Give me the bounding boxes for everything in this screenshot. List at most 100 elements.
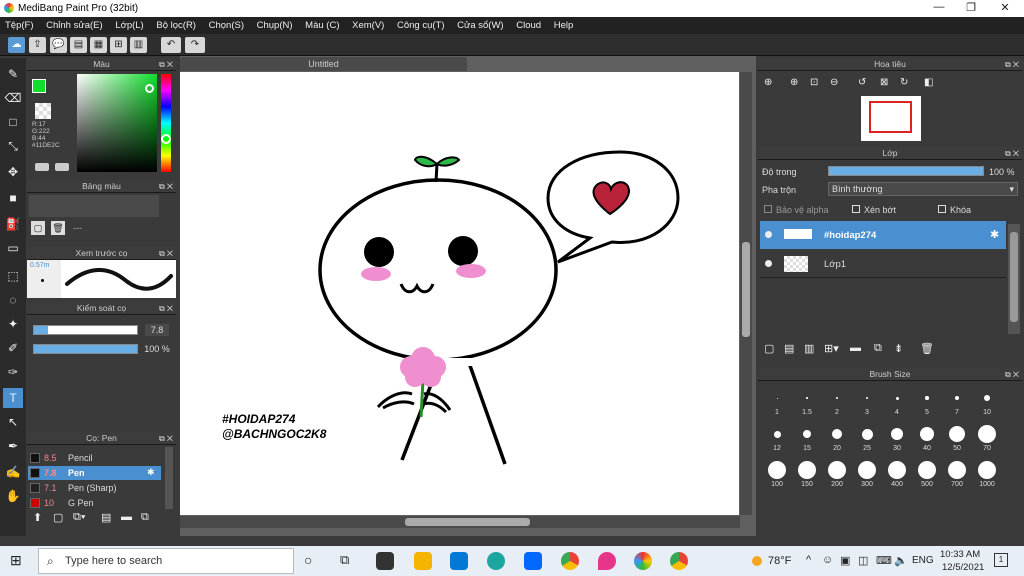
add-layer-menu-icon[interactable]: ⊞▾ [824,342,839,355]
reset-icon[interactable]: ⊠ [880,77,888,88]
comment-icon[interactable]: ▤ [70,37,87,53]
brush-size-cell[interactable]: 7 [942,387,972,416]
delete-layer-icon[interactable]: 🗑 [920,342,934,355]
menu-view[interactable]: Xem(V) [347,17,389,32]
zalo-icon[interactable] [524,552,542,570]
fill-rect-tool-icon[interactable]: ■ [3,188,23,208]
brush-size-cell[interactable]: 400 [882,459,912,488]
redo-icon[interactable]: ↷ [185,37,205,53]
vertical-scrollbar[interactable] [740,72,752,515]
language-indicator[interactable]: ENG [912,555,934,566]
brush-size-cell[interactable]: 20 [822,423,852,452]
brush-item[interactable]: 10 G Pen [28,496,161,508]
delete-palette-icon[interactable]: 🗑 [51,221,65,235]
brush-size-cell[interactable]: 150 [792,459,822,488]
gradient-tool-icon[interactable]: ▭ [3,238,23,258]
vertical-scroll-thumb[interactable] [742,242,750,337]
store-icon[interactable] [376,552,394,570]
brush-size-slider[interactable] [33,325,138,335]
navigator-viewport[interactable] [869,101,912,133]
select-rect-tool-icon[interactable]: ⬚ [3,266,23,286]
brush-size-cell[interactable]: 70 [972,423,1002,452]
brush-item-selected[interactable]: 7.8 Pen ✱ [28,466,161,480]
select-eraser-tool-icon[interactable]: ✑ [3,362,23,382]
horizontal-scrollbar[interactable] [180,516,740,528]
tray-app-icon[interactable]: ▣ [840,554,850,567]
menu-filter[interactable]: Bộ lọc(R) [151,17,201,32]
layer-scrollbar[interactable] [1008,224,1020,334]
color-option-button-2[interactable] [55,163,69,171]
panel-close-icon[interactable]: ⧉ ✕ [159,302,173,315]
duplicate-layer-icon[interactable]: ⧉ [874,342,882,355]
clock-time[interactable]: 10:33 AM [940,549,980,560]
brush-size-cell[interactable]: 40 [912,423,942,452]
paint-app-icon[interactable] [598,552,616,570]
layer-item-selected[interactable]: #hoidap274 ✱ [760,221,1006,249]
fit-icon[interactable]: ⊡ [810,77,818,88]
cloud-icon[interactable]: ☁ [8,37,25,53]
brush-size-cell[interactable]: 25 [852,423,882,452]
upload-icon[interactable]: ⇪ [29,37,46,53]
new-halftone-layer-icon[interactable]: ▤ [784,342,794,355]
notification-icon[interactable]: 1 [994,553,1008,567]
gear-icon[interactable]: ✱ [147,467,155,478]
menu-capture[interactable]: Chụp(N) [252,17,298,32]
new-brush-icon[interactable]: ▢ [53,511,63,524]
merge-layer-icon[interactable]: ⇟ [894,342,903,355]
drawing-canvas[interactable]: #HOIDAP274 @BACHNGOC2K8 [180,72,739,515]
brush-size-cell[interactable]: 5 [912,387,942,416]
gear-icon[interactable]: ✱ [990,228,999,241]
folder-icon[interactable]: ▬ [850,342,861,354]
brush-size-cell[interactable]: 30 [882,423,912,452]
restore-button[interactable]: ❐ [956,1,986,16]
brush-size-cell[interactable]: 500 [912,459,942,488]
eye-icon[interactable] [765,260,772,267]
folder-icon[interactable]: ▬ [121,511,132,523]
picker-handle[interactable] [145,84,154,93]
new-palette-icon[interactable]: ▢ [31,221,45,235]
clock-date[interactable]: 12/5/2021 [942,562,984,573]
brush-opacity-slider[interactable] [33,344,138,354]
rectangle-tool-icon[interactable]: □ [3,112,23,132]
menu-layer[interactable]: Lớp(L) [110,17,148,32]
edge-icon[interactable] [487,552,505,570]
text-tool-icon[interactable]: T [3,388,23,408]
magic-wand-tool-icon[interactable]: ✦ [3,314,23,334]
brush-size-cell[interactable]: 1.5 [792,387,822,416]
brush-item[interactable]: 7.1 Pen (Sharp) [28,481,161,495]
pen-tool-icon[interactable]: ✍ [3,462,23,482]
zoom-in-icon[interactable]: ⊕ [764,77,772,88]
menu-file[interactable]: Tệp(F) [0,17,39,32]
volume-icon[interactable]: 🔈 [894,554,908,567]
brush-size-cell[interactable]: 2 [822,387,852,416]
brush-size-cell[interactable]: 200 [822,459,852,488]
brush-list-scrollbar[interactable] [165,447,173,509]
move-tool-icon[interactable]: ✥ [3,162,23,182]
network-icon[interactable]: ◫ [858,554,868,567]
brush-size-cell[interactable]: 100 [762,459,792,488]
hue-handle[interactable] [161,134,171,144]
chrome-icon-2[interactable] [670,552,688,570]
chat-icon[interactable]: 💬 [50,37,67,53]
menu-edit[interactable]: Chỉnh sửa(E) [41,17,108,32]
hue-slider[interactable] [161,74,171,172]
saturation-value-picker[interactable] [77,74,157,172]
rotate-left-icon[interactable]: ↺ [858,77,866,88]
document-icon[interactable]: ▦ [90,37,107,53]
zoom-in-alt-icon[interactable]: ⊕ [790,77,798,88]
dot-tool-icon[interactable]: ⤡ [3,136,23,156]
keyboard-icon[interactable]: ⌨ [876,554,892,567]
eye-icon[interactable] [765,231,772,238]
panel-close-icon[interactable]: ⧉ ✕ [1005,368,1019,381]
hand-tool-icon[interactable]: ✋ [3,486,23,506]
minimize-button[interactable]: — [924,1,954,16]
chrome-icon[interactable] [561,552,579,570]
copy-brush-icon[interactable]: ⧉ [141,511,149,524]
brush-size-cell[interactable]: 4 [882,387,912,416]
blend-mode-select[interactable]: Bình thường ▾ [828,182,1018,196]
brush-size-value[interactable]: 7.8 [145,324,169,336]
rotate-right-icon[interactable]: ↻ [900,77,908,88]
layer-item[interactable]: Lớp1 [760,250,1006,278]
close-button[interactable]: ✕ [990,1,1020,16]
new-layer-icon[interactable]: ▢ [764,342,774,355]
